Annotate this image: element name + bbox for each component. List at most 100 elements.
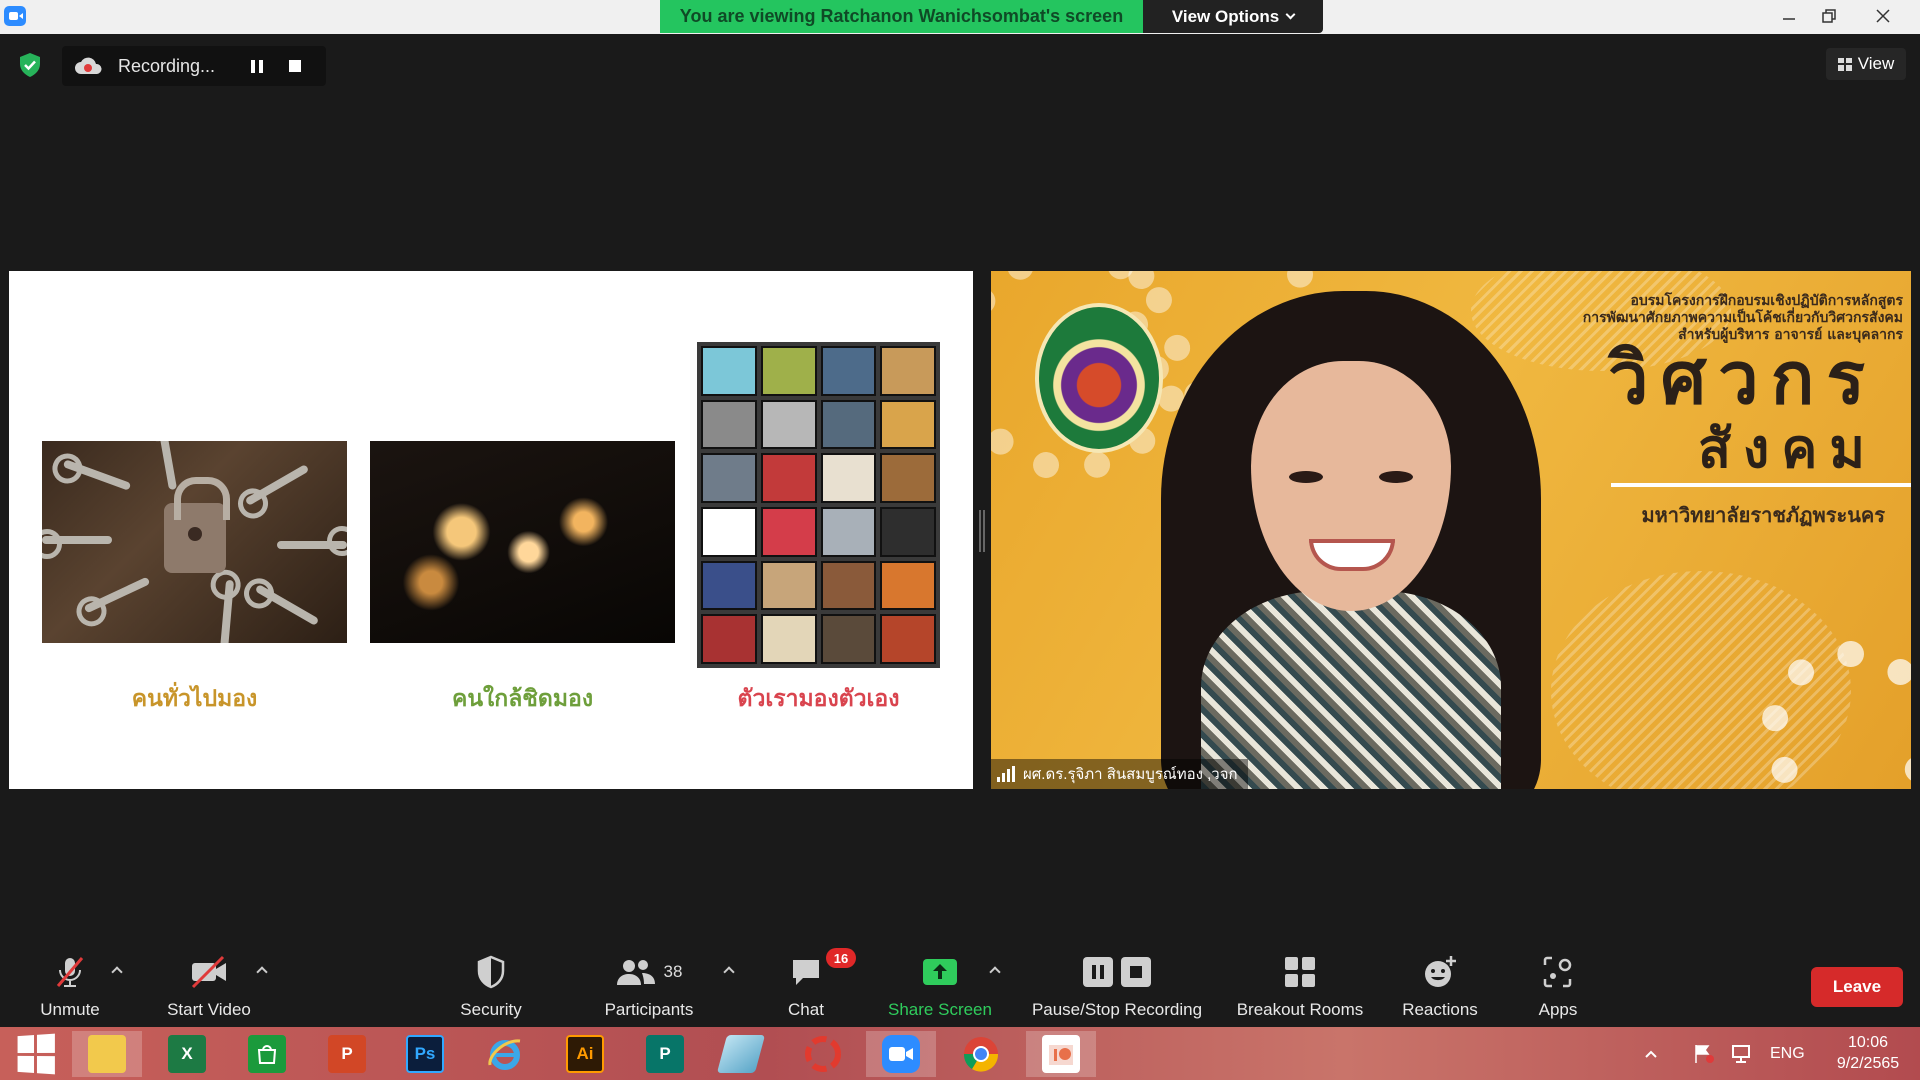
clock-date: 9/2/2565: [1836, 1055, 1900, 1072]
chat-unread-badge: 16: [826, 948, 856, 968]
apps-icon: [1543, 956, 1572, 988]
participants-count: 38: [663, 962, 683, 981]
close-button[interactable]: [1860, 0, 1906, 32]
breakout-rooms-button[interactable]: Breakout Rooms: [1230, 940, 1370, 1026]
taskbar-internet-explorer[interactable]: [470, 1031, 540, 1077]
participants-button[interactable]: 38 Participants: [596, 940, 702, 1026]
network-icon[interactable]: [1730, 1043, 1754, 1065]
reactions-button[interactable]: Reactions: [1390, 940, 1490, 1026]
pause-icon: [251, 59, 263, 73]
breakout-rooms-grid-icon: [1285, 957, 1315, 987]
taskbar-store[interactable]: [232, 1031, 302, 1077]
view-options-label: View Options: [1171, 6, 1280, 26]
taskbar-file-explorer[interactable]: [72, 1031, 142, 1077]
chat-button[interactable]: 16 Chat: [768, 940, 856, 1026]
background-title-2: สังคม: [1697, 417, 1877, 480]
paint-icon: [1042, 1035, 1080, 1073]
grid-view-icon: [1837, 57, 1852, 71]
windows-taskbar: X P Ps Ai P ENG 10:06 9/2/2565: [0, 1027, 1920, 1080]
restore-button[interactable]: [1806, 0, 1852, 32]
windows-logo-icon: [17, 1033, 55, 1075]
reactions-label: Reactions: [1402, 1000, 1478, 1019]
fotoscape-icon: [804, 1035, 842, 1073]
taskbar-fotoscape[interactable]: [788, 1031, 858, 1077]
start-video-label: Start Video: [167, 1000, 251, 1019]
minimize-icon: [1783, 18, 1795, 20]
recording-indicator: Recording...: [62, 46, 326, 86]
participants-options-caret[interactable]: [723, 966, 735, 978]
chat-label: Chat: [788, 1000, 824, 1019]
system-clock[interactable]: 10:06 9/2/2565: [1820, 1032, 1916, 1074]
store-bag-icon: [248, 1035, 286, 1073]
taskbar-powerpoint[interactable]: P: [312, 1031, 382, 1077]
stop-recording-button[interactable]: [276, 46, 314, 86]
share-screen-label: Share Screen: [888, 1000, 992, 1019]
share-screen-arrow-icon: [923, 959, 957, 985]
start-video-button[interactable]: Start Video: [154, 940, 264, 1026]
background-title-1: วิศวกร: [1608, 336, 1877, 420]
zoom-app-icon: [4, 6, 26, 26]
taskbar-chrome[interactable]: [946, 1031, 1016, 1077]
show-hidden-icons-caret[interactable]: [1644, 1049, 1658, 1059]
candles-image: [370, 441, 675, 643]
taskbar-tool-app[interactable]: [706, 1031, 776, 1077]
apps-label: Apps: [1538, 1000, 1578, 1019]
taskbar-excel[interactable]: X: [152, 1031, 222, 1077]
caption-self-view: ตัวเรามองตัวเอง: [737, 686, 900, 712]
system-tray: ENG: [1644, 1027, 1805, 1080]
security-label: Security: [460, 1000, 522, 1019]
participant-video-tile[interactable]: อบรมโครงการฝึกอบรมเชิงปฏิบัติการหลักสูตร…: [991, 271, 1911, 789]
taskbar-publisher[interactable]: P: [630, 1031, 700, 1077]
pause-stop-recording-button[interactable]: Pause/Stop Recording: [1024, 940, 1210, 1026]
panel-splitter-handle[interactable]: [979, 510, 985, 552]
pause-recording-button[interactable]: [238, 46, 276, 86]
taskbar-illustrator[interactable]: Ai: [550, 1031, 620, 1077]
view-layout-label: View: [1857, 54, 1895, 73]
background-divider: [1611, 483, 1911, 487]
university-seal-logo: [1035, 303, 1163, 453]
input-language-indicator[interactable]: ENG: [1770, 1045, 1805, 1063]
unmute-button[interactable]: Unmute: [22, 940, 118, 1026]
taskbar-paint[interactable]: [1026, 1031, 1096, 1077]
recording-label: Recording...: [118, 55, 216, 76]
participant-person: [1161, 291, 1541, 789]
view-layout-button[interactable]: View: [1826, 48, 1906, 80]
connection-signal-icon: [997, 766, 1015, 782]
participants-label: Participants: [604, 1000, 694, 1019]
participant-name-tag: ผศ.ดร.รุจิภา สินสมบูรณ์ทอง ,วจก: [991, 759, 1248, 789]
background-university: มหาวิทยาลัยราชภัฏพระนคร: [1641, 503, 1885, 527]
microphone-muted-icon: [56, 957, 84, 987]
start-button[interactable]: [0, 1031, 70, 1077]
folder-icon: [88, 1035, 126, 1073]
apps-button[interactable]: Apps: [1520, 940, 1596, 1026]
internet-explorer-icon: [486, 1035, 524, 1073]
reactions-smiley-icon: [1425, 956, 1456, 987]
taskbar-photoshop[interactable]: Ps: [390, 1031, 460, 1077]
photoshop-icon: Ps: [406, 1035, 444, 1073]
participant-name: ผศ.ดร.รุจิภา สินสมบูรณ์ทอง ,วจก: [1023, 766, 1238, 783]
video-off-icon: [191, 955, 226, 989]
excel-icon: X: [168, 1035, 206, 1073]
zoom-camera-icon: [882, 1035, 920, 1073]
view-options-button[interactable]: View Options: [1143, 0, 1323, 33]
picture-frames-image: [697, 342, 940, 668]
taskbar-zoom[interactable]: [866, 1031, 936, 1077]
stop-recording-icon: [1121, 957, 1151, 987]
caption-close-people-view: คนใกล้ชิดมอง: [451, 686, 594, 712]
caption-others-view: คนทั่วไปมอง: [131, 686, 258, 712]
tool-app-icon: [716, 1035, 766, 1073]
clock-time: 10:06: [1847, 1034, 1889, 1051]
leave-meeting-button[interactable]: Leave: [1811, 967, 1903, 1007]
chat-bubble-icon: [793, 960, 819, 985]
security-button[interactable]: Security: [448, 940, 534, 1026]
title-bar: You are viewing Ratchanon Wanichsombat's…: [0, 0, 1920, 34]
share-screen-button[interactable]: Share Screen: [882, 940, 998, 1026]
chevron-down-icon: [1285, 9, 1296, 20]
action-center-flag-icon[interactable]: [1692, 1043, 1716, 1065]
powerpoint-icon: P: [328, 1035, 366, 1073]
pause-stop-recording-label: Pause/Stop Recording: [1031, 1000, 1203, 1019]
participants-icon: [616, 960, 655, 985]
unmute-label: Unmute: [40, 1000, 100, 1019]
encryption-shield-icon[interactable]: [18, 52, 42, 78]
stop-icon: [289, 60, 301, 72]
